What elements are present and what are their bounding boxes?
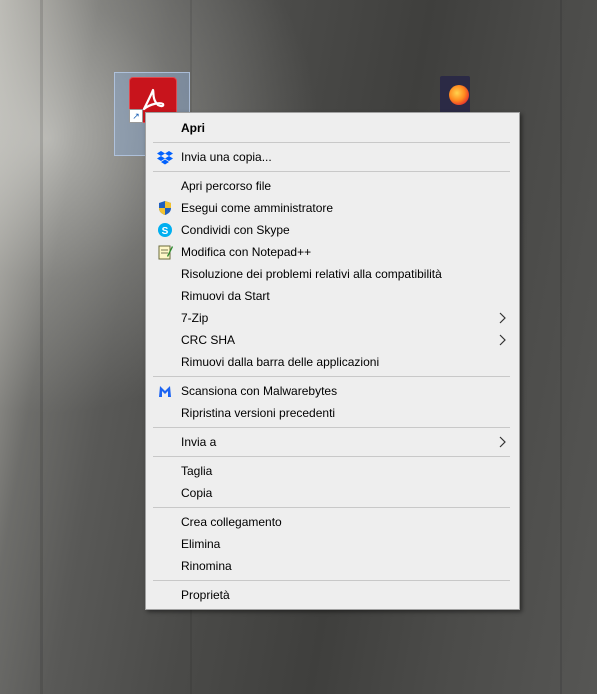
menu-separator [153, 427, 510, 428]
menu-item-label: Risoluzione dei problemi relativi alla c… [181, 267, 442, 281]
menu-separator [153, 376, 510, 377]
menu-separator [153, 142, 510, 143]
chevron-right-icon [499, 431, 507, 459]
menu-item-label: Proprietà [181, 588, 230, 602]
wallpaper-rock-crack [40, 0, 43, 694]
menu-item-send-copy[interactable]: Invia una copia... [148, 146, 517, 168]
menu-item-edit-notepadpp[interactable]: Modifica con Notepad++ [148, 241, 517, 263]
notepadpp-icon [157, 244, 173, 260]
menu-item-label: Scansiona con Malwarebytes [181, 384, 338, 398]
menu-item-rename[interactable]: Rinomina [148, 555, 517, 577]
dropbox-icon [157, 149, 173, 165]
menu-item-label: Condividi con Skype [181, 223, 290, 237]
menu-item-label: Ripristina versioni precedenti [181, 406, 336, 420]
menu-item-cut[interactable]: Taglia [148, 460, 517, 482]
menu-separator [153, 580, 510, 581]
skype-icon: S [157, 222, 173, 238]
uac-shield-icon [157, 200, 173, 216]
menu-item-scan-malwarebytes[interactable]: Scansiona con Malwarebytes [148, 380, 517, 402]
menu-item-label: 7-Zip [181, 311, 209, 325]
menu-item-unpin-taskbar[interactable]: Rimuovi dalla barra delle applicazioni [148, 351, 517, 373]
firefox-document-icon [440, 76, 470, 114]
menu-item-label: Invia una copia... [181, 150, 272, 164]
svg-text:S: S [162, 226, 169, 237]
shortcut-arrow-icon: ↗ [129, 109, 143, 123]
menu-item-7zip[interactable]: 7-Zip [148, 307, 517, 329]
menu-item-label: Invia a [181, 435, 217, 449]
menu-item-troubleshoot-compatibility[interactable]: Risoluzione dei problemi relativi alla c… [148, 263, 517, 285]
menu-item-label: Rimuovi dalla barra delle applicazioni [181, 355, 380, 369]
menu-item-label: Taglia [181, 464, 213, 478]
menu-item-run-as-admin[interactable]: Esegui come amministratore [148, 197, 517, 219]
menu-item-label: Esegui come amministratore [181, 201, 334, 215]
menu-item-label: Apri percorso file [181, 179, 272, 193]
menu-item-label: Rimuovi da Start [181, 289, 270, 303]
menu-item-label: Modifica con Notepad++ [181, 245, 312, 259]
malwarebytes-icon [157, 383, 173, 399]
menu-item-share-skype[interactable]: S Condividi con Skype [148, 219, 517, 241]
menu-item-label: Apri [181, 121, 205, 135]
menu-item-properties[interactable]: Proprietà [148, 584, 517, 606]
wallpaper-rock-crack [560, 0, 562, 694]
menu-item-copy[interactable]: Copia [148, 482, 517, 504]
menu-item-open[interactable]: Apri [148, 117, 517, 139]
menu-item-unpin-start[interactable]: Rimuovi da Start [148, 285, 517, 307]
menu-separator [153, 171, 510, 172]
context-menu: Apri Invia una copia... Apri percorso fi… [145, 112, 520, 610]
menu-item-restore-versions[interactable]: Ripristina versioni precedenti [148, 402, 517, 424]
menu-item-crc-sha[interactable]: CRC SHA [148, 329, 517, 351]
menu-item-label: CRC SHA [181, 333, 236, 347]
menu-item-label: Rinomina [181, 559, 232, 573]
menu-separator [153, 507, 510, 508]
menu-item-send-to[interactable]: Invia a [148, 431, 517, 453]
menu-separator [153, 456, 510, 457]
menu-item-label: Copia [181, 486, 213, 500]
menu-item-delete[interactable]: Elimina [148, 533, 517, 555]
menu-item-label: Elimina [181, 537, 221, 551]
menu-item-label: Crea collegamento [181, 515, 282, 529]
menu-item-create-shortcut[interactable]: Crea collegamento [148, 511, 517, 533]
menu-item-open-file-location[interactable]: Apri percorso file [148, 175, 517, 197]
